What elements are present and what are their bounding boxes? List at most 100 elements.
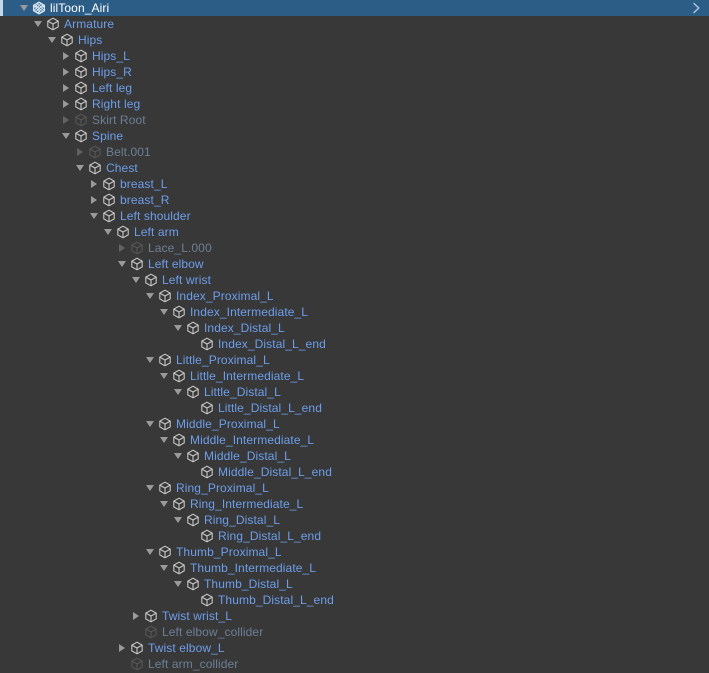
triangle-right-icon[interactable] — [60, 80, 73, 96]
tree-row[interactable]: Left wrist — [0, 272, 709, 288]
tree-row[interactable]: Thumb_Intermediate_L — [0, 560, 709, 576]
tree-row-label: Thumb_Distal_L — [204, 577, 293, 591]
tree-row[interactable]: Left arm_collider — [0, 656, 709, 672]
hierarchy-panel[interactable]: lilToon_Airi Armature Hips Hips_L Hips_R Left… — [0, 0, 709, 673]
tree-row[interactable]: Hips — [0, 32, 709, 48]
gameobject-cube-icon — [73, 80, 89, 96]
tree-row[interactable]: Little_Distal_L — [0, 384, 709, 400]
triangle-down-icon[interactable] — [144, 416, 157, 432]
tree-row-label: Ring_Distal_L — [204, 513, 281, 527]
triangle-down-icon[interactable] — [74, 160, 87, 176]
tree-row[interactable]: Left elbow_collider — [0, 624, 709, 640]
triangle-right-icon[interactable] — [116, 240, 129, 256]
tree-row-label: Ring_Distal_L_end — [218, 529, 322, 543]
tree-row[interactable]: Thumb_Distal_L_end — [0, 592, 709, 608]
tree-row[interactable]: Left shoulder — [0, 208, 709, 224]
tree-row-label: Index_Intermediate_L — [190, 305, 309, 319]
tree-row[interactable]: Thumb_Proximal_L — [0, 544, 709, 560]
triangle-down-icon[interactable] — [172, 512, 185, 528]
triangle-down-icon[interactable] — [144, 352, 157, 368]
gameobject-cube-icon — [87, 160, 103, 176]
gameobject-cube-icon — [199, 592, 215, 608]
triangle-right-icon[interactable] — [130, 608, 143, 624]
triangle-down-icon[interactable] — [172, 320, 185, 336]
triangle-down-icon[interactable] — [46, 32, 59, 48]
tree-row[interactable]: Index_Proximal_L — [0, 288, 709, 304]
triangle-right-icon[interactable] — [60, 48, 73, 64]
tree-row-label: Left elbow — [148, 257, 204, 271]
triangle-right-icon[interactable] — [60, 96, 73, 112]
tree-row-label: Hips_R — [92, 65, 132, 79]
tree-row[interactable]: Middle_Distal_L — [0, 448, 709, 464]
tree-row[interactable]: Skirt Root — [0, 112, 709, 128]
tree-row[interactable]: Chest — [0, 160, 709, 176]
expand-arrow-placeholder — [186, 400, 199, 416]
tree-row[interactable]: Middle_Proximal_L — [0, 416, 709, 432]
tree-row-label: Middle_Distal_L — [204, 449, 291, 463]
tree-row[interactable]: Ring_Intermediate_L — [0, 496, 709, 512]
triangle-down-icon[interactable] — [144, 288, 157, 304]
triangle-right-icon[interactable] — [88, 176, 101, 192]
hierarchy-tree[interactable]: lilToon_Airi Armature Hips Hips_L Hips_R Left… — [0, 0, 709, 672]
tree-row[interactable]: Little_Distal_L_end — [0, 400, 709, 416]
triangle-down-icon[interactable] — [172, 576, 185, 592]
tree-row-label: Right leg — [92, 97, 141, 111]
tree-row[interactable]: Ring_Proximal_L — [0, 480, 709, 496]
tree-row-label: lilToon_Airi — [50, 1, 110, 15]
tree-row[interactable]: Index_Intermediate_L — [0, 304, 709, 320]
triangle-down-icon[interactable] — [158, 496, 171, 512]
indent-spacer — [0, 64, 60, 80]
tree-row-label: Armature — [64, 17, 115, 31]
triangle-down-icon[interactable] — [158, 560, 171, 576]
triangle-down-icon[interactable] — [18, 0, 31, 16]
tree-row[interactable]: Little_Proximal_L — [0, 352, 709, 368]
tree-row[interactable]: Ring_Distal_L_end — [0, 528, 709, 544]
triangle-down-icon[interactable] — [158, 304, 171, 320]
tree-row[interactable]: Index_Distal_L_end — [0, 336, 709, 352]
tree-row[interactable]: breast_R — [0, 192, 709, 208]
triangle-right-icon[interactable] — [74, 144, 87, 160]
indent-spacer — [0, 48, 60, 64]
triangle-down-icon[interactable] — [172, 384, 185, 400]
tree-row[interactable]: Hips_R — [0, 64, 709, 80]
tree-row[interactable]: Little_Intermediate_L — [0, 368, 709, 384]
triangle-down-icon[interactable] — [102, 224, 115, 240]
tree-row[interactable]: Armature — [0, 16, 709, 32]
indent-spacer — [0, 288, 144, 304]
triangle-down-icon[interactable] — [32, 16, 45, 32]
triangle-right-icon[interactable] — [88, 192, 101, 208]
triangle-down-icon[interactable] — [158, 432, 171, 448]
tree-row[interactable]: Ring_Distal_L — [0, 512, 709, 528]
tree-row[interactable]: Right leg — [0, 96, 709, 112]
triangle-right-icon[interactable] — [116, 640, 129, 656]
triangle-down-icon[interactable] — [116, 256, 129, 272]
tree-row-label: Thumb_Distal_L_end — [218, 593, 334, 607]
tree-row[interactable]: Left elbow — [0, 256, 709, 272]
triangle-down-icon[interactable] — [158, 368, 171, 384]
tree-row[interactable]: Spine — [0, 128, 709, 144]
tree-row[interactable]: Hips_L — [0, 48, 709, 64]
triangle-down-icon[interactable] — [130, 272, 143, 288]
triangle-down-icon[interactable] — [88, 208, 101, 224]
triangle-right-icon[interactable] — [60, 64, 73, 80]
triangle-down-icon[interactable] — [144, 544, 157, 560]
tree-row[interactable]: Index_Distal_L — [0, 320, 709, 336]
chevron-right-icon[interactable] — [690, 0, 702, 16]
tree-row[interactable]: breast_L — [0, 176, 709, 192]
tree-row[interactable]: Twist elbow_L — [0, 640, 709, 656]
tree-row[interactable]: Belt.001 — [0, 144, 709, 160]
triangle-right-icon[interactable] — [60, 112, 73, 128]
gameobject-cube-icon — [171, 304, 187, 320]
tree-row[interactable]: lilToon_Airi — [0, 0, 709, 16]
triangle-down-icon[interactable] — [172, 448, 185, 464]
indent-spacer — [0, 432, 158, 448]
triangle-down-icon[interactable] — [144, 480, 157, 496]
tree-row[interactable]: Left arm — [0, 224, 709, 240]
triangle-down-icon[interactable] — [60, 128, 73, 144]
tree-row[interactable]: Middle_Distal_L_end — [0, 464, 709, 480]
tree-row[interactable]: Middle_Intermediate_L — [0, 432, 709, 448]
tree-row[interactable]: Left leg — [0, 80, 709, 96]
tree-row[interactable]: Thumb_Distal_L — [0, 576, 709, 592]
tree-row[interactable]: Lace_L.000 — [0, 240, 709, 256]
tree-row[interactable]: Twist wrist_L — [0, 608, 709, 624]
